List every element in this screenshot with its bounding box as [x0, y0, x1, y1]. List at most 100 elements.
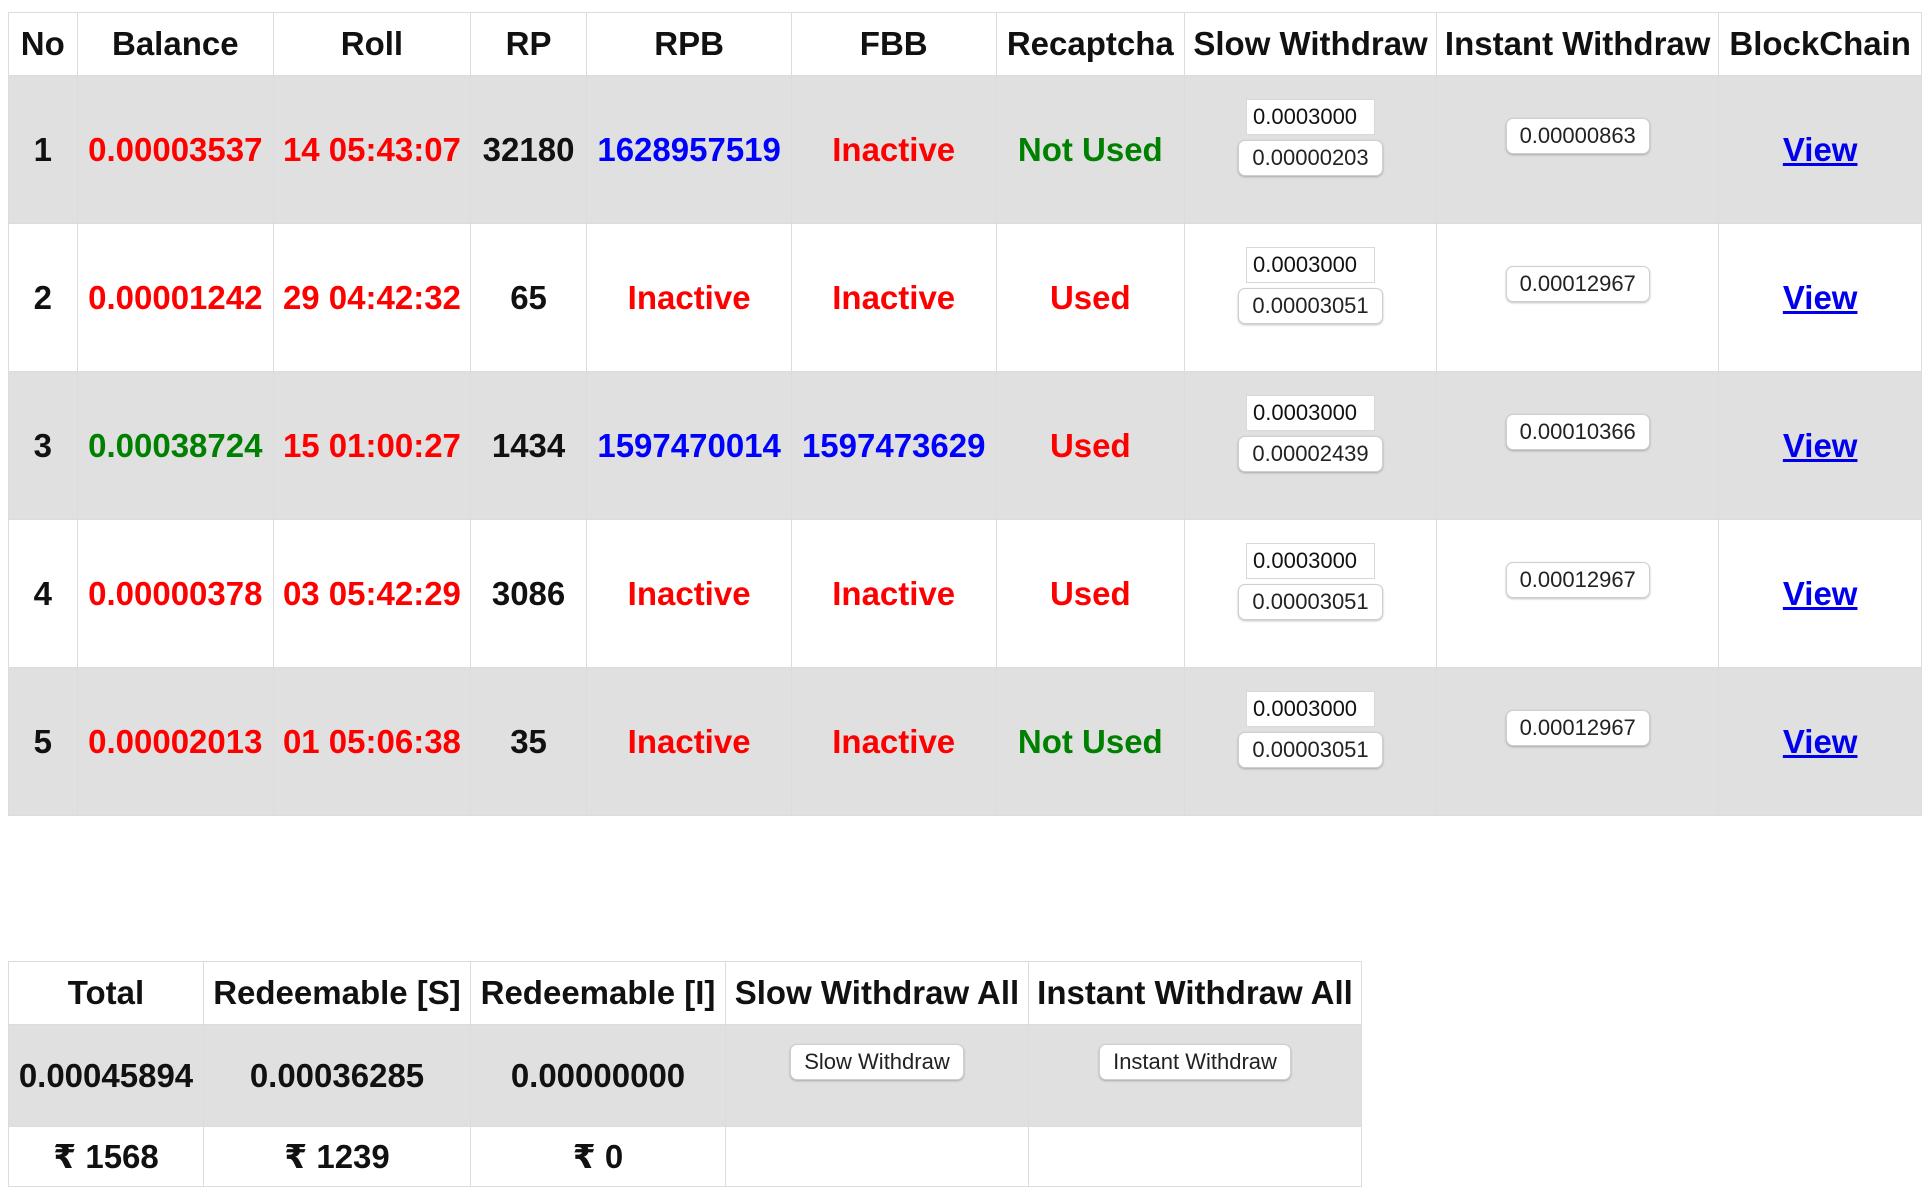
- instant-withdraw-cell: 0.00012967: [1436, 667, 1720, 816]
- instant-withdraw-button[interactable]: 0.00012967: [1505, 710, 1650, 746]
- recaptcha-status: Used: [995, 223, 1186, 372]
- instant-withdraw-cell: 0.00012967: [1436, 519, 1720, 668]
- blockchain-view-link[interactable]: View: [1783, 279, 1858, 316]
- slow-withdraw-cell: 0.0003000 0.00003051: [1184, 223, 1438, 372]
- slow-withdraw-amount-input[interactable]: 0.0003000: [1246, 691, 1376, 727]
- rpb-value: Inactive: [586, 519, 792, 668]
- slow-withdraw-cell: 0.0003000 0.00002439: [1184, 371, 1438, 520]
- summary-header-row: Total Redeemable [S] Redeemable [I] Slow…: [8, 961, 1362, 1025]
- roll-value: 01 05:06:38: [273, 667, 471, 816]
- summary-table: Total Redeemable [S] Redeemable [I] Slow…: [8, 961, 1362, 1187]
- fbb-value: Inactive: [790, 223, 997, 372]
- blockchain-cell: View: [1718, 371, 1922, 520]
- table-row: 2 0.00001242 29 04:42:32 65 Inactive Ina…: [8, 223, 1922, 372]
- blockchain-cell: View: [1718, 223, 1922, 372]
- row-number: 5: [8, 667, 78, 816]
- roll-value: 29 04:42:32: [273, 223, 471, 372]
- rp-value: 65: [469, 223, 588, 372]
- header-recaptcha: Recaptcha: [995, 12, 1186, 76]
- recaptcha-status: Not Used: [995, 667, 1186, 816]
- empty-cell: [725, 1126, 1029, 1187]
- table-row: 3 0.00038724 15 01:00:27 1434 1597470014…: [8, 371, 1922, 520]
- row-number: 3: [8, 371, 78, 520]
- blockchain-view-link[interactable]: View: [1783, 723, 1858, 760]
- roll-value: 03 05:42:29: [273, 519, 471, 668]
- table-row: 1 0.00003537 14 05:43:07 32180 162895751…: [8, 75, 1922, 224]
- empty-cell: [1028, 1126, 1362, 1187]
- slow-withdraw-amount-input[interactable]: 0.0003000: [1246, 395, 1376, 431]
- header-rpb: RPB: [586, 12, 792, 76]
- fbb-value: 1597473629: [790, 371, 997, 520]
- slow-withdraw-button[interactable]: 0.00000203: [1238, 140, 1383, 176]
- blockchain-cell: View: [1718, 667, 1922, 816]
- redeemable-i-value: 0.00000000: [470, 1024, 726, 1127]
- instant-withdraw-cell: 0.00012967: [1436, 223, 1720, 372]
- header-fbb: FBB: [790, 12, 997, 76]
- roll-value: 15 01:00:27: [273, 371, 471, 520]
- total-inr-value: ₹ 1568: [8, 1126, 204, 1187]
- instant-withdraw-button[interactable]: 0.00010366: [1505, 414, 1650, 450]
- balance-value: 0.00001242: [76, 223, 275, 372]
- rpb-value: 1597470014: [586, 371, 792, 520]
- instant-withdraw-button[interactable]: 0.00012967: [1505, 266, 1650, 302]
- blockchain-view-link[interactable]: View: [1783, 427, 1858, 464]
- slow-withdraw-all-cell: Slow Withdraw: [725, 1024, 1029, 1127]
- blockchain-cell: View: [1718, 519, 1922, 668]
- header-roll: Roll: [273, 12, 471, 76]
- instant-withdraw-button[interactable]: 0.00000863: [1505, 118, 1650, 154]
- balance-value: 0.00003537: [76, 75, 275, 224]
- blockchain-view-link[interactable]: View: [1783, 131, 1858, 168]
- header-slow-withdraw: Slow Withdraw: [1184, 12, 1438, 76]
- balance-value: 0.00038724: [76, 371, 275, 520]
- rp-value: 35: [469, 667, 588, 816]
- slow-withdraw-cell: 0.0003000 0.00003051: [1184, 519, 1438, 668]
- rp-value: 32180: [469, 75, 588, 224]
- fbb-value: Inactive: [790, 667, 997, 816]
- recaptcha-status: Not Used: [995, 75, 1186, 224]
- header-instant-withdraw: Instant Withdraw: [1436, 12, 1720, 76]
- accounts-header-row: No Balance Roll RP RPB FBB Recaptcha Slo…: [8, 12, 1922, 76]
- table-row: 5 0.00002013 01 05:06:38 35 Inactive Ina…: [8, 667, 1922, 816]
- slow-withdraw-amount-input[interactable]: 0.0003000: [1246, 543, 1376, 579]
- slow-withdraw-button[interactable]: 0.00002439: [1238, 436, 1383, 472]
- fbb-value: Inactive: [790, 519, 997, 668]
- table-row: 4 0.00000378 03 05:42:29 3086 Inactive I…: [8, 519, 1922, 668]
- header-no: No: [8, 12, 78, 76]
- slow-withdraw-button[interactable]: 0.00003051: [1238, 288, 1383, 324]
- rp-value: 3086: [469, 519, 588, 668]
- summary-inr-row: ₹ 1568 ₹ 1239 ₹ 0: [8, 1126, 1362, 1187]
- blockchain-cell: View: [1718, 75, 1922, 224]
- slow-withdraw-button[interactable]: 0.00003051: [1238, 584, 1383, 620]
- instant-withdraw-all-cell: Instant Withdraw: [1028, 1024, 1362, 1127]
- row-number: 1: [8, 75, 78, 224]
- instant-withdraw-button[interactable]: 0.00012967: [1505, 562, 1650, 598]
- header-blockchain: BlockChain: [1718, 12, 1922, 76]
- total-value: 0.00045894: [8, 1024, 204, 1127]
- header-redeemable-i: Redeemable [I]: [470, 961, 726, 1025]
- summary-values-row: 0.00045894 0.00036285 0.00000000 Slow Wi…: [8, 1024, 1362, 1127]
- instant-withdraw-all-button[interactable]: Instant Withdraw: [1099, 1044, 1291, 1080]
- slow-withdraw-cell: 0.0003000 0.00000203: [1184, 75, 1438, 224]
- redeemable-s-inr-value: ₹ 1239: [203, 1126, 471, 1187]
- roll-value: 14 05:43:07: [273, 75, 471, 224]
- redeemable-i-inr-value: ₹ 0: [470, 1126, 726, 1187]
- row-number: 2: [8, 223, 78, 372]
- header-redeemable-s: Redeemable [S]: [203, 961, 471, 1025]
- rp-value: 1434: [469, 371, 588, 520]
- header-balance: Balance: [76, 12, 275, 76]
- balance-value: 0.00002013: [76, 667, 275, 816]
- balance-value: 0.00000378: [76, 519, 275, 668]
- header-total: Total: [8, 961, 204, 1025]
- header-rp: RP: [469, 12, 588, 76]
- accounts-table: No Balance Roll RP RPB FBB Recaptcha Slo…: [8, 12, 1922, 816]
- blockchain-view-link[interactable]: View: [1783, 575, 1858, 612]
- rpb-value: 1628957519: [586, 75, 792, 224]
- fbb-value: Inactive: [790, 75, 997, 224]
- recaptcha-status: Used: [995, 519, 1186, 668]
- slow-withdraw-all-button[interactable]: Slow Withdraw: [790, 1044, 964, 1080]
- slow-withdraw-amount-input[interactable]: 0.0003000: [1246, 247, 1376, 283]
- slow-withdraw-amount-input[interactable]: 0.0003000: [1246, 99, 1376, 135]
- slow-withdraw-button[interactable]: 0.00003051: [1238, 732, 1383, 768]
- rpb-value: Inactive: [586, 223, 792, 372]
- instant-withdraw-cell: 0.00000863: [1436, 75, 1720, 224]
